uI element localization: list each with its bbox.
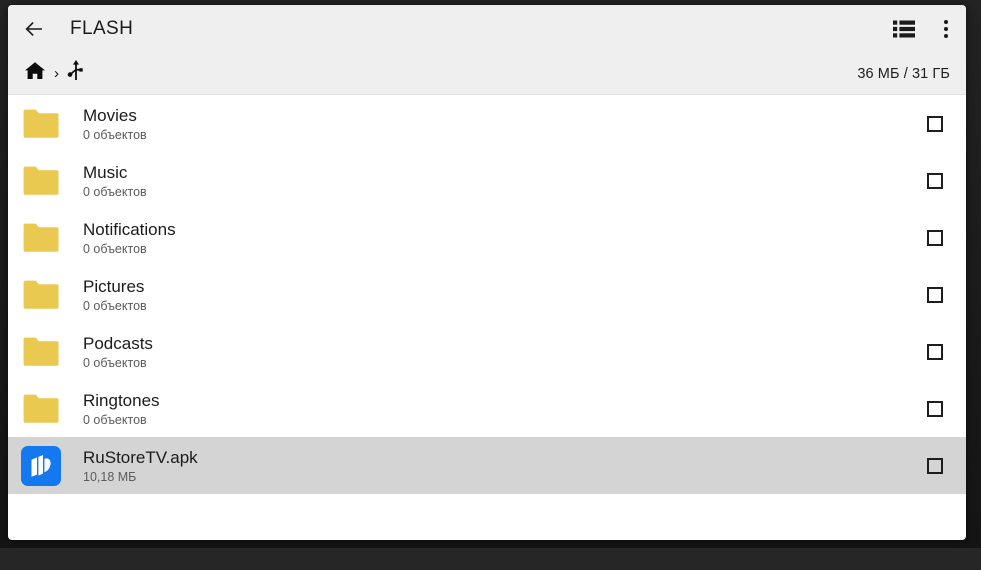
folder-icon	[21, 275, 61, 315]
folder-icon	[21, 104, 61, 144]
list-view-icon	[893, 20, 915, 38]
screen: FLASH › 36 МБ / 31 ГБ Movies 0 объектов …	[8, 5, 966, 540]
storage-usage-label: 36 МБ / 31 ГБ	[857, 65, 950, 82]
row-checkbox[interactable]	[904, 400, 966, 417]
file-meta: Music 0 объектов	[83, 162, 147, 200]
file-row[interactable]: Ringtones 0 объектов	[8, 380, 966, 437]
file-subtitle: 0 объектов	[83, 241, 147, 256]
row-checkbox[interactable]	[904, 343, 966, 360]
file-subtitle: 0 объектов	[83, 412, 147, 427]
file-row[interactable]: Notifications 0 объектов	[8, 209, 966, 266]
folder-icon	[21, 218, 61, 258]
file-subtitle: 0 объектов	[83, 127, 147, 142]
file-meta: Ringtones 0 объектов	[83, 390, 160, 428]
rustore-apk-icon	[21, 445, 61, 486]
app-bar: FLASH	[8, 5, 966, 53]
overflow-menu-button[interactable]	[926, 5, 966, 53]
file-row[interactable]: Music 0 объектов	[8, 152, 966, 209]
file-name: Pictures	[83, 276, 145, 296]
folder-icon	[21, 389, 61, 429]
usb-icon	[67, 60, 85, 87]
file-meta: Notifications 0 объектов	[83, 219, 176, 257]
file-meta: Podcasts 0 объектов	[83, 333, 153, 371]
file-name: RuStoreTV.apk	[83, 447, 198, 467]
file-row[interactable]: Movies 0 объектов	[8, 95, 966, 152]
file-name: Notifications	[83, 219, 176, 239]
file-row[interactable]: Pictures 0 объектов	[8, 266, 966, 323]
file-meta: Movies 0 объектов	[83, 105, 147, 143]
back-button[interactable]	[8, 5, 60, 53]
file-meta: Pictures 0 объектов	[83, 276, 147, 314]
arrow-left-icon	[22, 17, 46, 41]
row-checkbox[interactable]	[904, 115, 966, 132]
view-toggle-button[interactable]	[882, 5, 926, 53]
row-checkbox[interactable]	[904, 229, 966, 246]
checkbox-box	[927, 286, 943, 303]
folder-icon	[21, 161, 61, 201]
file-subtitle: 10,18 МБ	[83, 469, 137, 484]
checkbox-box	[927, 172, 943, 189]
file-name: Ringtones	[83, 390, 160, 410]
checkbox-box	[927, 400, 943, 417]
more-vert-icon	[944, 20, 948, 38]
row-checkbox[interactable]	[904, 172, 966, 189]
file-row[interactable]: RuStoreTV.apk 10,18 МБ	[8, 437, 966, 494]
file-list: Movies 0 объектов Music 0 объектов Notificat…	[8, 95, 966, 494]
file-name: Music	[83, 162, 128, 182]
folder-icon	[21, 332, 61, 372]
page-title: FLASH	[70, 18, 134, 39]
file-name: Movies	[83, 105, 137, 125]
breadcrumb-items: ›	[24, 60, 85, 87]
file-subtitle: 0 объектов	[83, 298, 147, 313]
row-checkbox[interactable]	[904, 286, 966, 303]
device-bezel: FLASH › 36 МБ / 31 ГБ Movies 0 объектов …	[0, 0, 981, 570]
file-subtitle: 0 объектов	[83, 184, 147, 199]
breadcrumb-item-usb[interactable]	[67, 60, 85, 87]
file-name: Podcasts	[83, 333, 153, 353]
breadcrumb-item-home[interactable]	[24, 61, 46, 86]
file-subtitle: 0 объектов	[83, 355, 147, 370]
checkbox-box	[927, 343, 943, 360]
home-icon	[24, 61, 46, 86]
breadcrumb-separator: ›	[54, 65, 59, 82]
breadcrumb: › 36 МБ / 31 ГБ	[8, 53, 966, 95]
file-meta: RuStoreTV.apk 10,18 МБ	[83, 447, 198, 485]
checkbox-box	[927, 457, 943, 474]
checkbox-box	[927, 229, 943, 246]
file-row[interactable]: Podcasts 0 объектов	[8, 323, 966, 380]
checkbox-box	[927, 115, 943, 132]
row-checkbox[interactable]	[904, 457, 966, 474]
